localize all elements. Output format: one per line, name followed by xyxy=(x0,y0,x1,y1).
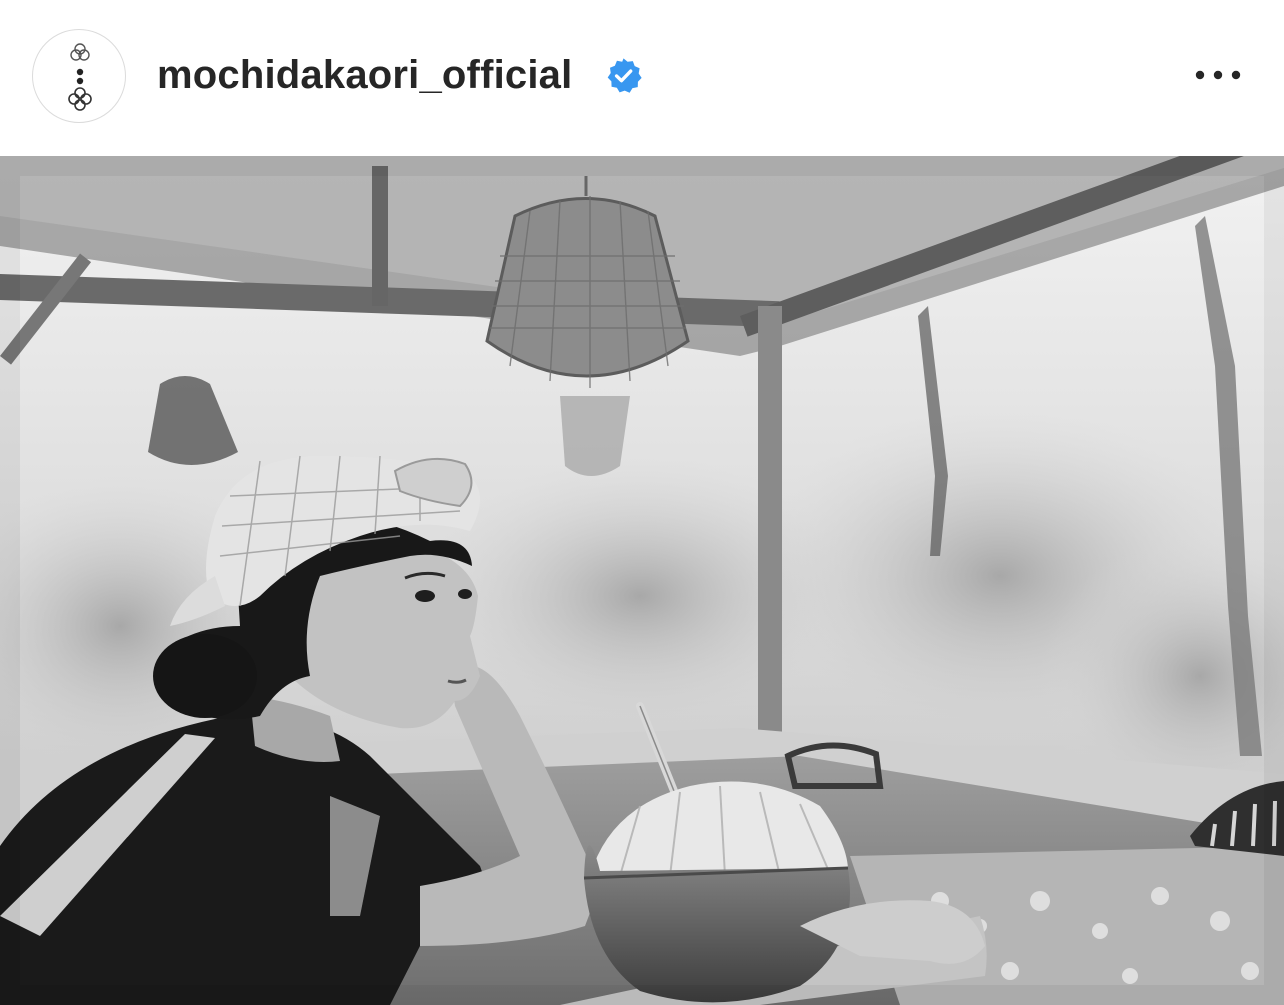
profile-avatar[interactable] xyxy=(32,29,126,123)
username[interactable]: mochidakaori_official xyxy=(157,52,572,98)
logo-avatar-icon xyxy=(68,43,92,111)
post-header: mochidakaori_official xyxy=(0,0,1284,156)
post-photo[interactable] xyxy=(0,156,1284,1005)
more-options-button[interactable] xyxy=(1188,56,1248,94)
instagram-post: mochidakaori_official xyxy=(0,0,1284,1005)
more-options-icon xyxy=(1195,70,1241,80)
verified-badge-icon xyxy=(607,58,642,93)
bw-cafe-portrait-image xyxy=(0,156,1284,1005)
